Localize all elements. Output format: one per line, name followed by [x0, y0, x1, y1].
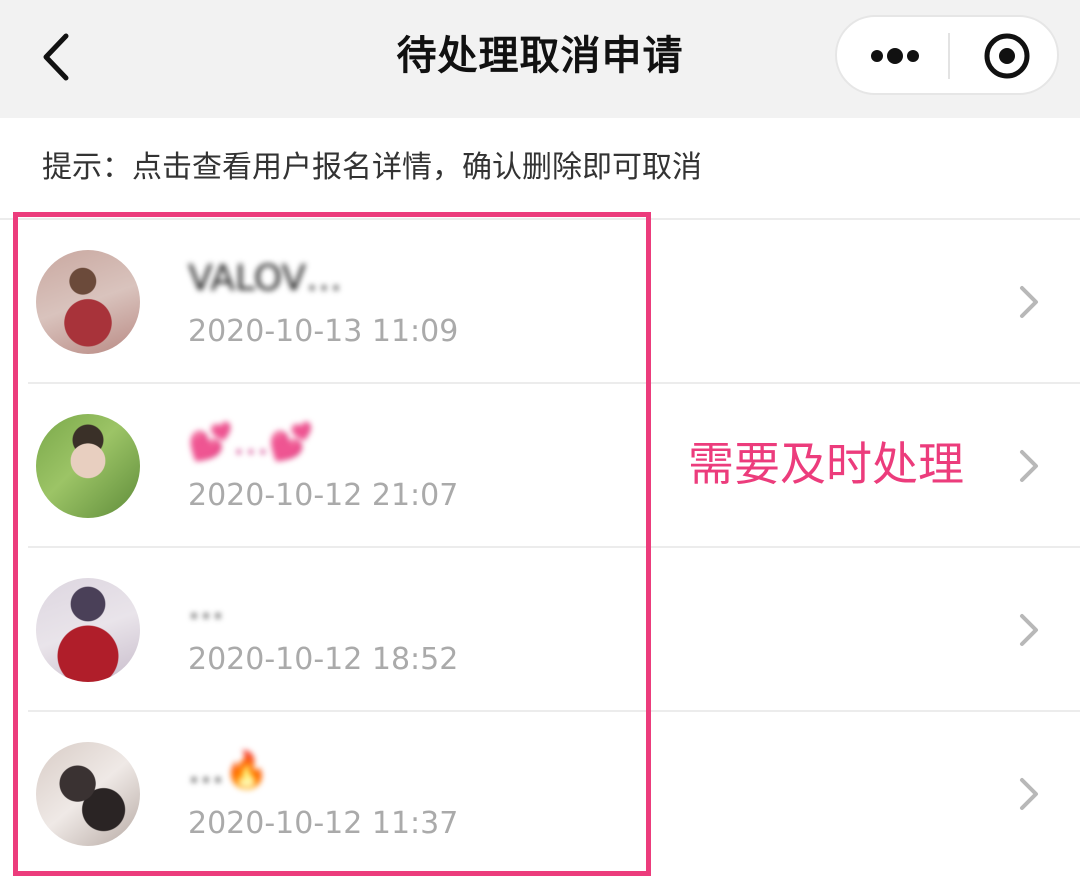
apply-time: 2020-10-12 18:52 [188, 642, 459, 677]
more-button[interactable] [837, 17, 949, 93]
chevron-right-icon [1020, 286, 1038, 318]
close-button[interactable] [951, 17, 1059, 93]
avatar [36, 578, 140, 682]
list-item[interactable]: … 2020-10-12 18:52 [0, 548, 1080, 712]
user-name: VALOV… [188, 258, 343, 299]
user-name: …🔥 [188, 750, 269, 791]
user-name: 💕…💕 [188, 422, 314, 463]
hint-text: 提示：点击查看用户报名详情，确认删除即可取消 [42, 150, 702, 185]
more-dots-icon [871, 48, 919, 64]
apply-time: 2020-10-12 11:37 [188, 806, 459, 841]
navigation-bar: 待处理取消申请 [0, 0, 1080, 118]
chevron-right-icon [1020, 450, 1038, 482]
chevron-right-icon [1020, 614, 1038, 646]
capsule-divider [948, 33, 950, 79]
avatar [36, 742, 140, 846]
apply-time: 2020-10-12 21:07 [188, 478, 459, 513]
target-circle-icon [984, 33, 1030, 79]
chevron-right-icon [1020, 778, 1038, 810]
apply-time: 2020-10-13 11:09 [188, 314, 459, 349]
list-item[interactable]: VALOV… 2020-10-13 11:09 [0, 220, 1080, 384]
user-name: … [188, 586, 224, 627]
avatar [36, 250, 140, 354]
list-item[interactable]: …🔥 2020-10-12 11:37 [0, 712, 1080, 876]
annotation-text: 需要及时处理 [688, 437, 964, 491]
mini-program-capsule [835, 15, 1059, 95]
avatar [36, 414, 140, 518]
